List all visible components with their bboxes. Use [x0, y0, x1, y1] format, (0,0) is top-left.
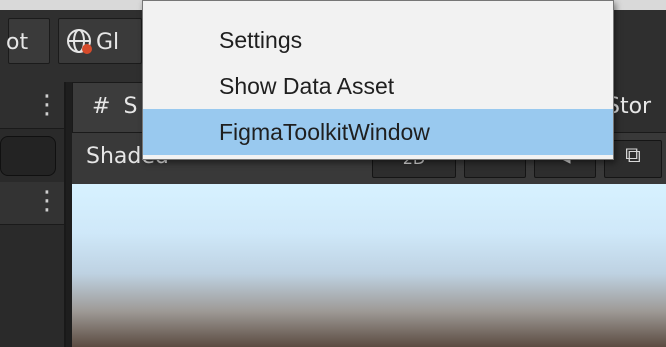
- kebab-menu-icon[interactable]: ⋮: [34, 188, 60, 214]
- hash-icon: #: [92, 94, 111, 119]
- tab-scene-text: S: [123, 94, 138, 119]
- menu-item-show-data-asset[interactable]: Show Data Asset: [143, 63, 613, 109]
- dropdown-menu: Settings Show Data Asset FigmaToolkitWin…: [142, 0, 614, 160]
- scene-viewport[interactable]: [72, 184, 666, 347]
- menu-item-figma-toolkit-window[interactable]: FigmaToolkitWindow: [143, 109, 613, 155]
- tab-scene-label: # S: [92, 94, 137, 119]
- global-button-label: Gl: [96, 30, 120, 55]
- menu-item-label: Settings: [219, 27, 303, 53]
- globe-icon: [64, 26, 94, 56]
- hierarchy-search-field[interactable]: [0, 136, 56, 176]
- menu-item-label: FigmaToolkitWindow: [219, 119, 430, 145]
- menu-item-settings[interactable]: Settings: [143, 17, 613, 63]
- toolbar-left-button-label: ot: [6, 30, 29, 55]
- kebab-menu-icon[interactable]: ⋮: [34, 92, 60, 118]
- menu-item-label: Show Data Asset: [219, 73, 395, 99]
